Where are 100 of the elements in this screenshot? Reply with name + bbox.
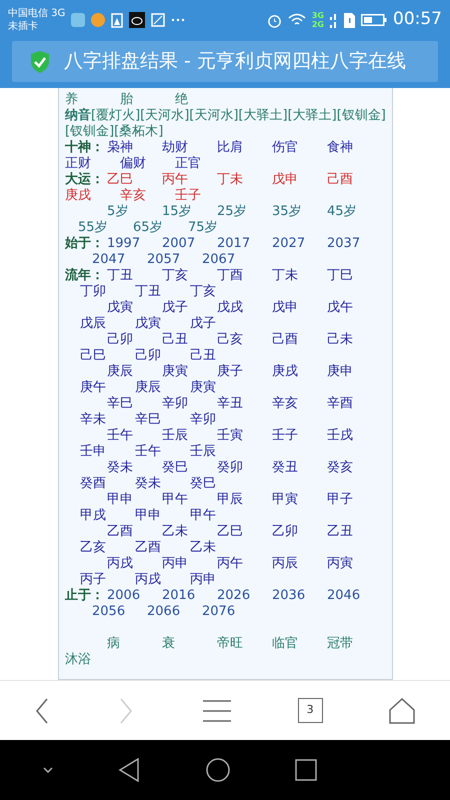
table-cell-text: 庚寅 xyxy=(190,380,217,396)
table-cell-text: 丁巳 xyxy=(327,268,354,284)
page-title: 八字排盘结果 - 元亨利贞网四柱八字在线 xyxy=(64,49,406,74)
table-cell-text: 65岁 xyxy=(133,220,164,236)
table-cell-text: 丁丑 xyxy=(107,268,134,284)
table-cell-text: 戊辰 xyxy=(80,316,107,332)
table-cell-text: 庚午 xyxy=(80,380,107,396)
table-cell-text: 庚辰 xyxy=(107,364,134,380)
table-cell-text: 戊寅 xyxy=(107,300,134,316)
back-nav-button[interactable] xyxy=(118,758,140,782)
table-cell-text: 帝旺 xyxy=(217,636,244,652)
table-cell-text: 癸酉 xyxy=(80,476,107,492)
row-label: 流年： xyxy=(65,268,104,283)
table-cell-text: 乙巳 xyxy=(217,524,244,540)
image-icon xyxy=(151,13,166,27)
table-cell-text: 2066 xyxy=(147,604,182,620)
table-cell-text: 2076 xyxy=(202,604,236,620)
table-cell-text: 35岁 xyxy=(272,204,303,220)
table-cell-text: 2067 xyxy=(202,252,236,268)
table-cell-text: 癸未 xyxy=(107,460,134,476)
home-nav-button[interactable] xyxy=(206,758,230,782)
table-cell-text: 正官 xyxy=(175,156,202,172)
table-cell-text: 己卯 xyxy=(135,348,162,364)
table-cell-text: 甲辰 xyxy=(217,492,244,508)
table-cell-text: 乙巳 xyxy=(107,172,134,188)
table-cell-text: 2026 xyxy=(217,588,252,604)
table-cell-text: 乙酉 xyxy=(107,524,134,540)
table-cell-text: 壬子 xyxy=(272,428,299,444)
table-cell-text: 壬辰 xyxy=(162,428,189,444)
table-cell-text: 己未 xyxy=(327,332,354,348)
table-cell-text: 戊午 xyxy=(327,300,354,316)
wifi-icon xyxy=(288,13,306,27)
tabs-button[interactable]: 3 xyxy=(298,698,323,723)
table-cell-text: 丁亥 xyxy=(190,284,217,300)
table-cell-text: 丁未 xyxy=(272,268,299,284)
table-cell-text: 2047 xyxy=(92,252,126,268)
nayin-text: 纳音[覆灯火][天河水][天河水][大驿土][大驿土][钗钏金][钗钏金][桑柘木] xyxy=(65,108,387,140)
table-cell-text: 戊寅 xyxy=(135,316,162,332)
table-cell-text: 偏财 xyxy=(120,156,147,172)
table-cell-text: 乙丑 xyxy=(327,524,354,540)
table-cell-text: 甲子 xyxy=(327,492,354,508)
table-cell-text: 癸未 xyxy=(135,476,162,492)
table-cell-text: 丁卯 xyxy=(80,284,107,300)
table-cell-text: 庚戌 xyxy=(272,364,299,380)
table-cell-text: 丙午 xyxy=(162,172,189,188)
table-cell-text: 癸卯 xyxy=(217,460,244,476)
table-cell-text: 2057 xyxy=(147,252,182,268)
carrier-label: 中国电信 3G xyxy=(8,7,66,20)
table-cell-text: 壬戌 xyxy=(327,428,354,444)
table-cell-text: 戊申 xyxy=(272,300,299,316)
table-cell-text: 壬寅 xyxy=(217,428,244,444)
table-cell-text: 癸巳 xyxy=(190,476,217,492)
cloud-icon xyxy=(129,12,146,28)
table-cell-text: 2037 xyxy=(327,236,362,252)
table-cell-text: 2036 xyxy=(272,588,306,604)
table-cell-text: 食神 xyxy=(327,140,354,156)
recents-nav-button[interactable] xyxy=(295,759,318,781)
table-cell-text: 养 xyxy=(65,92,78,108)
more-icon xyxy=(171,18,186,22)
signal-icon xyxy=(330,12,338,28)
table-cell-text: 辛卯 xyxy=(190,412,217,428)
row-label: 十神： xyxy=(65,140,104,155)
table-cell-text: 1997 xyxy=(107,236,142,252)
table-cell-text: 45岁 xyxy=(327,204,358,220)
table-cell-text: 2016 xyxy=(162,588,196,604)
battery-icon xyxy=(361,14,387,26)
table-cell-text: 2027 xyxy=(272,236,306,252)
table-cell-text: 己丑 xyxy=(162,332,189,348)
table-cell-text: 壬子 xyxy=(175,188,202,204)
table-cell-text: 庚申 xyxy=(327,364,354,380)
table-cell-text: 甲午 xyxy=(190,508,217,524)
sim-icon xyxy=(344,12,355,28)
table-cell-text: 壬申 xyxy=(80,444,107,460)
table-cell-text: 戊子 xyxy=(162,300,189,316)
table-cell-text: 乙未 xyxy=(190,540,217,556)
table-cell-text: 戊子 xyxy=(190,316,217,332)
table-cell-text: 戊申 xyxy=(272,172,299,188)
table-cell-text: 丙申 xyxy=(190,572,217,588)
table-cell-text: 55岁 xyxy=(78,220,109,236)
table-cell-text: 辛巳 xyxy=(107,396,134,412)
table-cell-text: 甲午 xyxy=(162,492,189,508)
table-cell-text: 癸巳 xyxy=(162,460,189,476)
table-cell-text: 辛巳 xyxy=(135,412,162,428)
table-cell-text: 劫财 xyxy=(162,140,188,156)
table-cell-text: 丁亥 xyxy=(162,268,189,284)
battery-warning-icon xyxy=(111,12,124,28)
table-cell-text: 己丑 xyxy=(190,348,217,364)
table-cell-text: 己酉 xyxy=(327,172,354,188)
table-cell-text: 辛亥 xyxy=(120,188,147,204)
table-cell-text: 癸丑 xyxy=(272,460,299,476)
collapse-button[interactable] xyxy=(42,767,53,773)
table-cell-text: 75岁 xyxy=(188,220,219,236)
table-cell-text: 丁酉 xyxy=(217,268,244,284)
table-cell-text: 丁未 xyxy=(217,172,244,188)
table-cell-text: 辛亥 xyxy=(272,396,299,412)
table-cell-text: 庚寅 xyxy=(162,364,189,380)
row-label: 止于： xyxy=(65,588,104,603)
table-cell-text: 辛未 xyxy=(80,412,107,428)
table-cell-text: 病 xyxy=(107,636,121,652)
table-cell-text: 25岁 xyxy=(217,204,248,220)
